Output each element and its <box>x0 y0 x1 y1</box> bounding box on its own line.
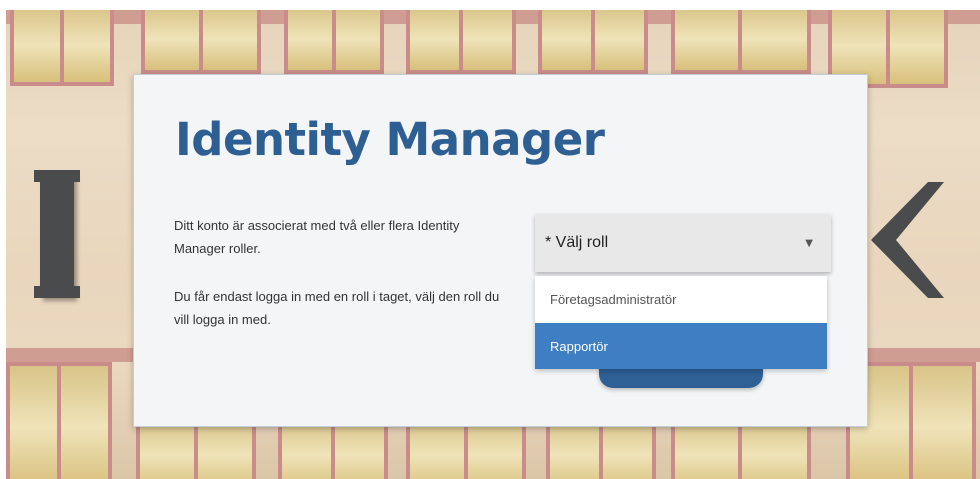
facade-letter-shape <box>40 172 74 298</box>
facade-window <box>671 10 811 74</box>
account-info-text: Ditt konto är associerat med två eller f… <box>174 218 460 256</box>
facade-letter-shape <box>34 286 80 298</box>
chevron-down-icon: ▼ <box>805 237 813 249</box>
facade-window <box>10 10 114 86</box>
facade-window <box>284 10 384 74</box>
facade-window <box>538 10 648 74</box>
facade-letter-shape <box>34 170 80 182</box>
role-option-rapportor[interactable]: Rapportör <box>535 323 827 369</box>
page-title: Identity Manager <box>175 113 605 166</box>
facade-window <box>141 10 261 74</box>
facade-letter-shape <box>871 182 944 298</box>
role-dropdown-menu: Företagsadministratör Rapportör <box>535 276 827 369</box>
facade-window <box>6 362 112 479</box>
login-instruction-text: Du får endast logga in med en roll i tag… <box>174 289 500 327</box>
role-selection-card: Identity Manager Ditt konto är associera… <box>133 74 868 427</box>
role-option-foretagsadministrator[interactable]: Företagsadministratör <box>535 276 827 323</box>
facade-window <box>406 10 516 74</box>
role-select[interactable]: * Välj roll ▼ <box>535 214 831 272</box>
role-select-value: * Välj roll <box>545 234 609 251</box>
